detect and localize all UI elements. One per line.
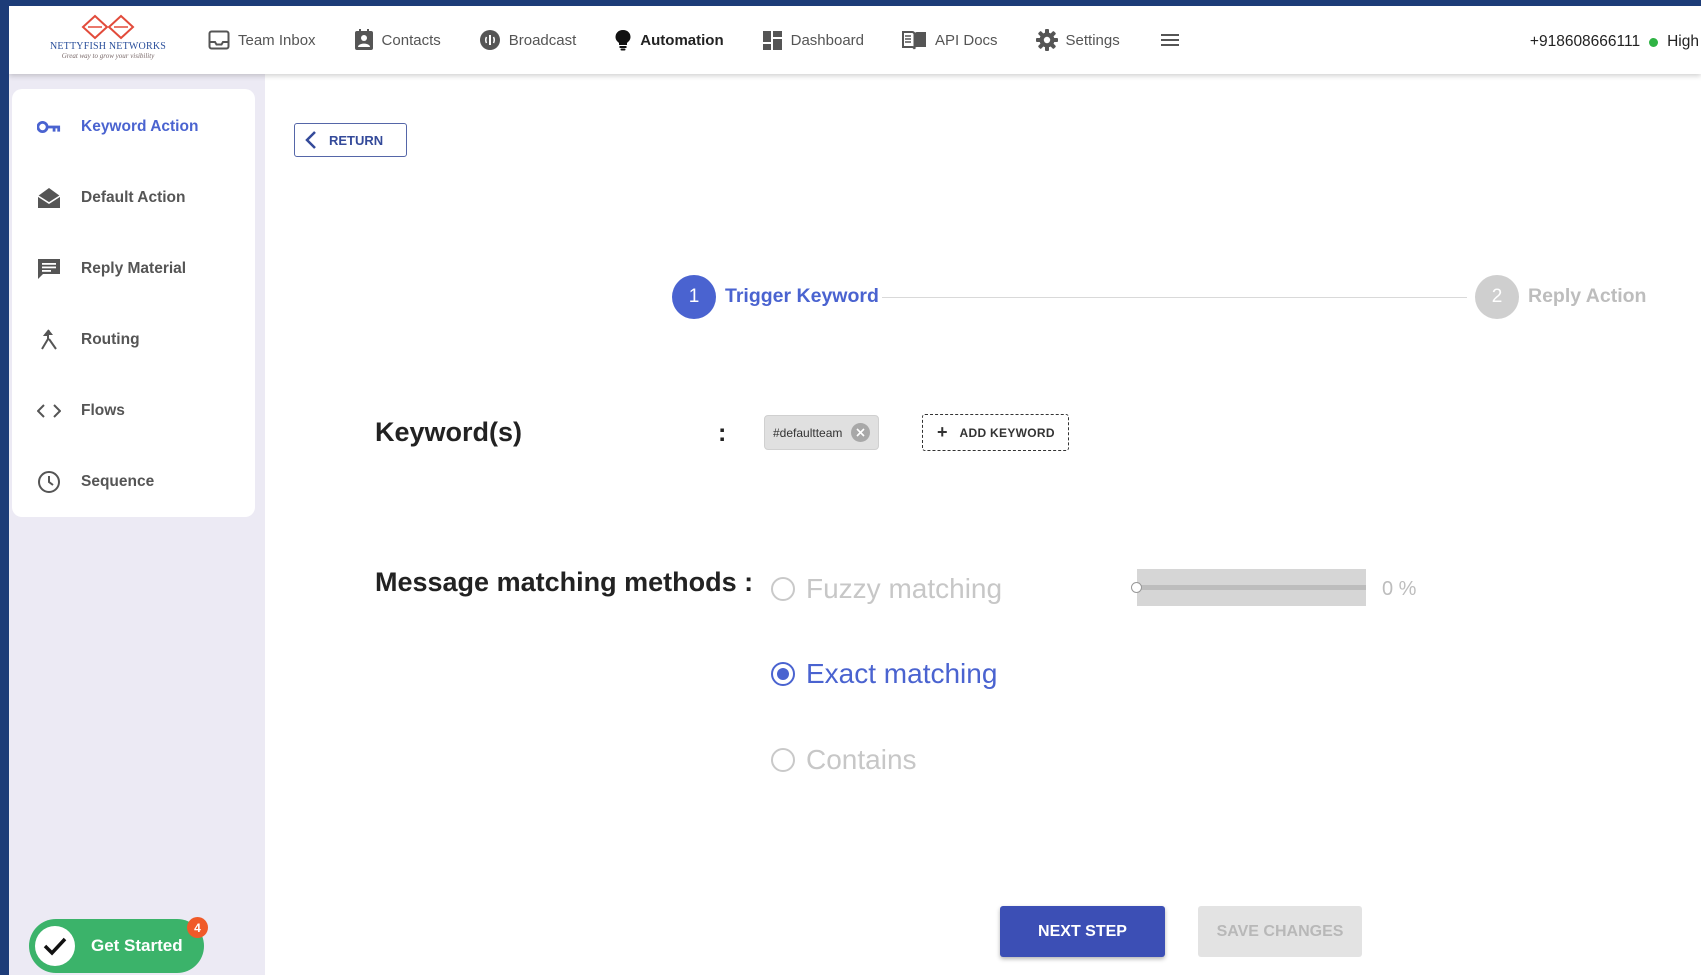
nav-dashboard[interactable]: Dashboard [762, 30, 864, 51]
stepper-connector [882, 297, 1467, 298]
keyword-chip-text: #defaultteam [773, 425, 843, 440]
envelope-open-icon [37, 186, 61, 210]
return-label: RETURN [329, 132, 384, 148]
sidebar-item-sequence[interactable]: Sequence [12, 457, 255, 507]
nav-settings[interactable]: Settings [1035, 29, 1120, 51]
get-started-button[interactable]: Get Started 4 [29, 917, 208, 973]
add-keyword-button[interactable]: + ADD KEYWORD [922, 414, 1069, 451]
radio-label: Fuzzy matching [806, 573, 1003, 604]
sidebar-item-label: Reply Material [81, 260, 187, 277]
online-status-dot [1649, 37, 1659, 47]
lightbulb-icon [615, 30, 631, 51]
fuzzy-percent-value: 0 % [1382, 578, 1417, 600]
save-changes-button[interactable]: SAVE CHANGES [1198, 906, 1362, 957]
radio-contains[interactable]: Contains [771, 744, 917, 776]
radio-button[interactable] [771, 748, 795, 772]
matching-methods-label: Message matching methods : [375, 567, 754, 597]
radio-button[interactable] [771, 662, 795, 686]
routing-icon [37, 328, 61, 352]
sidebar-item-flows[interactable]: Flows [12, 386, 255, 436]
plus-icon: + [937, 422, 948, 442]
sidebar: Keyword Action Default Action Reply Mate… [12, 89, 255, 517]
dashboard-icon [762, 30, 782, 50]
step-2-label: Reply Action [1528, 285, 1647, 307]
nav-team-inbox[interactable]: Team Inbox [208, 30, 316, 50]
get-started-label: Get Started [91, 936, 183, 955]
logo-brand-text: NETTYFISH NETWORKS [49, 41, 167, 52]
radio-exact-matching[interactable]: Exact matching [771, 658, 997, 690]
phone-number: +918608666111 [1529, 33, 1641, 50]
book-icon [902, 31, 927, 50]
main-content: RETURN 1 Trigger Keyword 2 Reply Action … [265, 74, 1701, 975]
sidebar-item-label: Keyword Action [81, 118, 199, 135]
radio-button[interactable] [771, 577, 795, 601]
key-icon [37, 115, 61, 139]
nav-api-docs[interactable]: API Docs [902, 30, 998, 50]
next-step-button[interactable]: NEXT STEP [1000, 906, 1165, 957]
contacts-icon [354, 29, 373, 50]
inbox-icon [208, 30, 230, 50]
checkmark-icon [35, 926, 75, 966]
code-icon [37, 399, 61, 423]
nav-label: Settings [1065, 31, 1120, 49]
main-nav: Team Inbox Contacts Broadcast Automation… [208, 6, 1180, 74]
slider-track [1137, 585, 1366, 590]
keyword-chip[interactable]: #defaultteam [764, 415, 880, 450]
radio-fuzzy-matching[interactable]: Fuzzy matching [771, 573, 1002, 605]
close-icon[interactable] [851, 423, 871, 442]
clock-icon [37, 470, 61, 494]
sidebar-item-label: Flows [81, 402, 125, 419]
logo-tagline: Great way to grow your visibility [61, 52, 155, 60]
sidebar-item-keyword-action[interactable]: Keyword Action [12, 102, 255, 152]
keywords-colon: : [718, 419, 727, 447]
account-status[interactable]: +918608666111 High [1530, 33, 1699, 51]
sidebar-item-label: Routing [81, 331, 140, 348]
nav-contacts[interactable]: Contacts [354, 29, 441, 51]
fuzzy-threshold-slider[interactable] [1131, 569, 1366, 606]
message-icon [37, 257, 61, 281]
slider-handle[interactable] [1131, 582, 1142, 593]
nav-label: API Docs [935, 31, 998, 49]
keywords-label: Keyword(s) [375, 417, 523, 447]
gear-icon [1035, 29, 1058, 51]
nav-label: Automation [640, 31, 724, 49]
step-1-indicator: 1 [672, 275, 716, 319]
nav-label: Team Inbox [238, 31, 316, 49]
nav-broadcast[interactable]: Broadcast [479, 29, 577, 51]
company-logo[interactable]: NETTYFISH NETWORKS Great way to grow you… [43, 12, 173, 64]
step-2-indicator: 2 [1475, 275, 1519, 319]
radio-label: Exact matching [806, 658, 998, 689]
nav-label: Contacts [381, 31, 441, 49]
notification-badge: 4 [187, 917, 208, 938]
add-keyword-label: ADD KEYWORD [959, 425, 1055, 440]
sidebar-item-label: Default Action [81, 189, 186, 206]
app-window: NETTYFISH NETWORKS Great way to grow you… [9, 6, 1701, 975]
sidebar-item-label: Sequence [81, 473, 155, 490]
step-1-label: Trigger Keyword [725, 285, 879, 307]
hamburger-icon[interactable] [1160, 32, 1180, 48]
radio-label: Contains [806, 744, 917, 775]
sidebar-item-default-action[interactable]: Default Action [12, 173, 255, 223]
sidebar-item-reply-material[interactable]: Reply Material [12, 244, 255, 294]
logo-mark-icon [81, 14, 135, 40]
nav-label: Dashboard [790, 31, 865, 49]
sidebar-item-routing[interactable]: Routing [12, 315, 255, 365]
nav-label: Broadcast [508, 31, 577, 49]
broadcast-icon [479, 30, 500, 50]
nav-automation[interactable]: Automation [614, 29, 724, 51]
return-button[interactable]: RETURN [294, 123, 407, 157]
status-label: High [1667, 33, 1699, 50]
chevron-left-icon [305, 131, 316, 149]
top-navigation-bar: NETTYFISH NETWORKS Great way to grow you… [9, 6, 1701, 74]
